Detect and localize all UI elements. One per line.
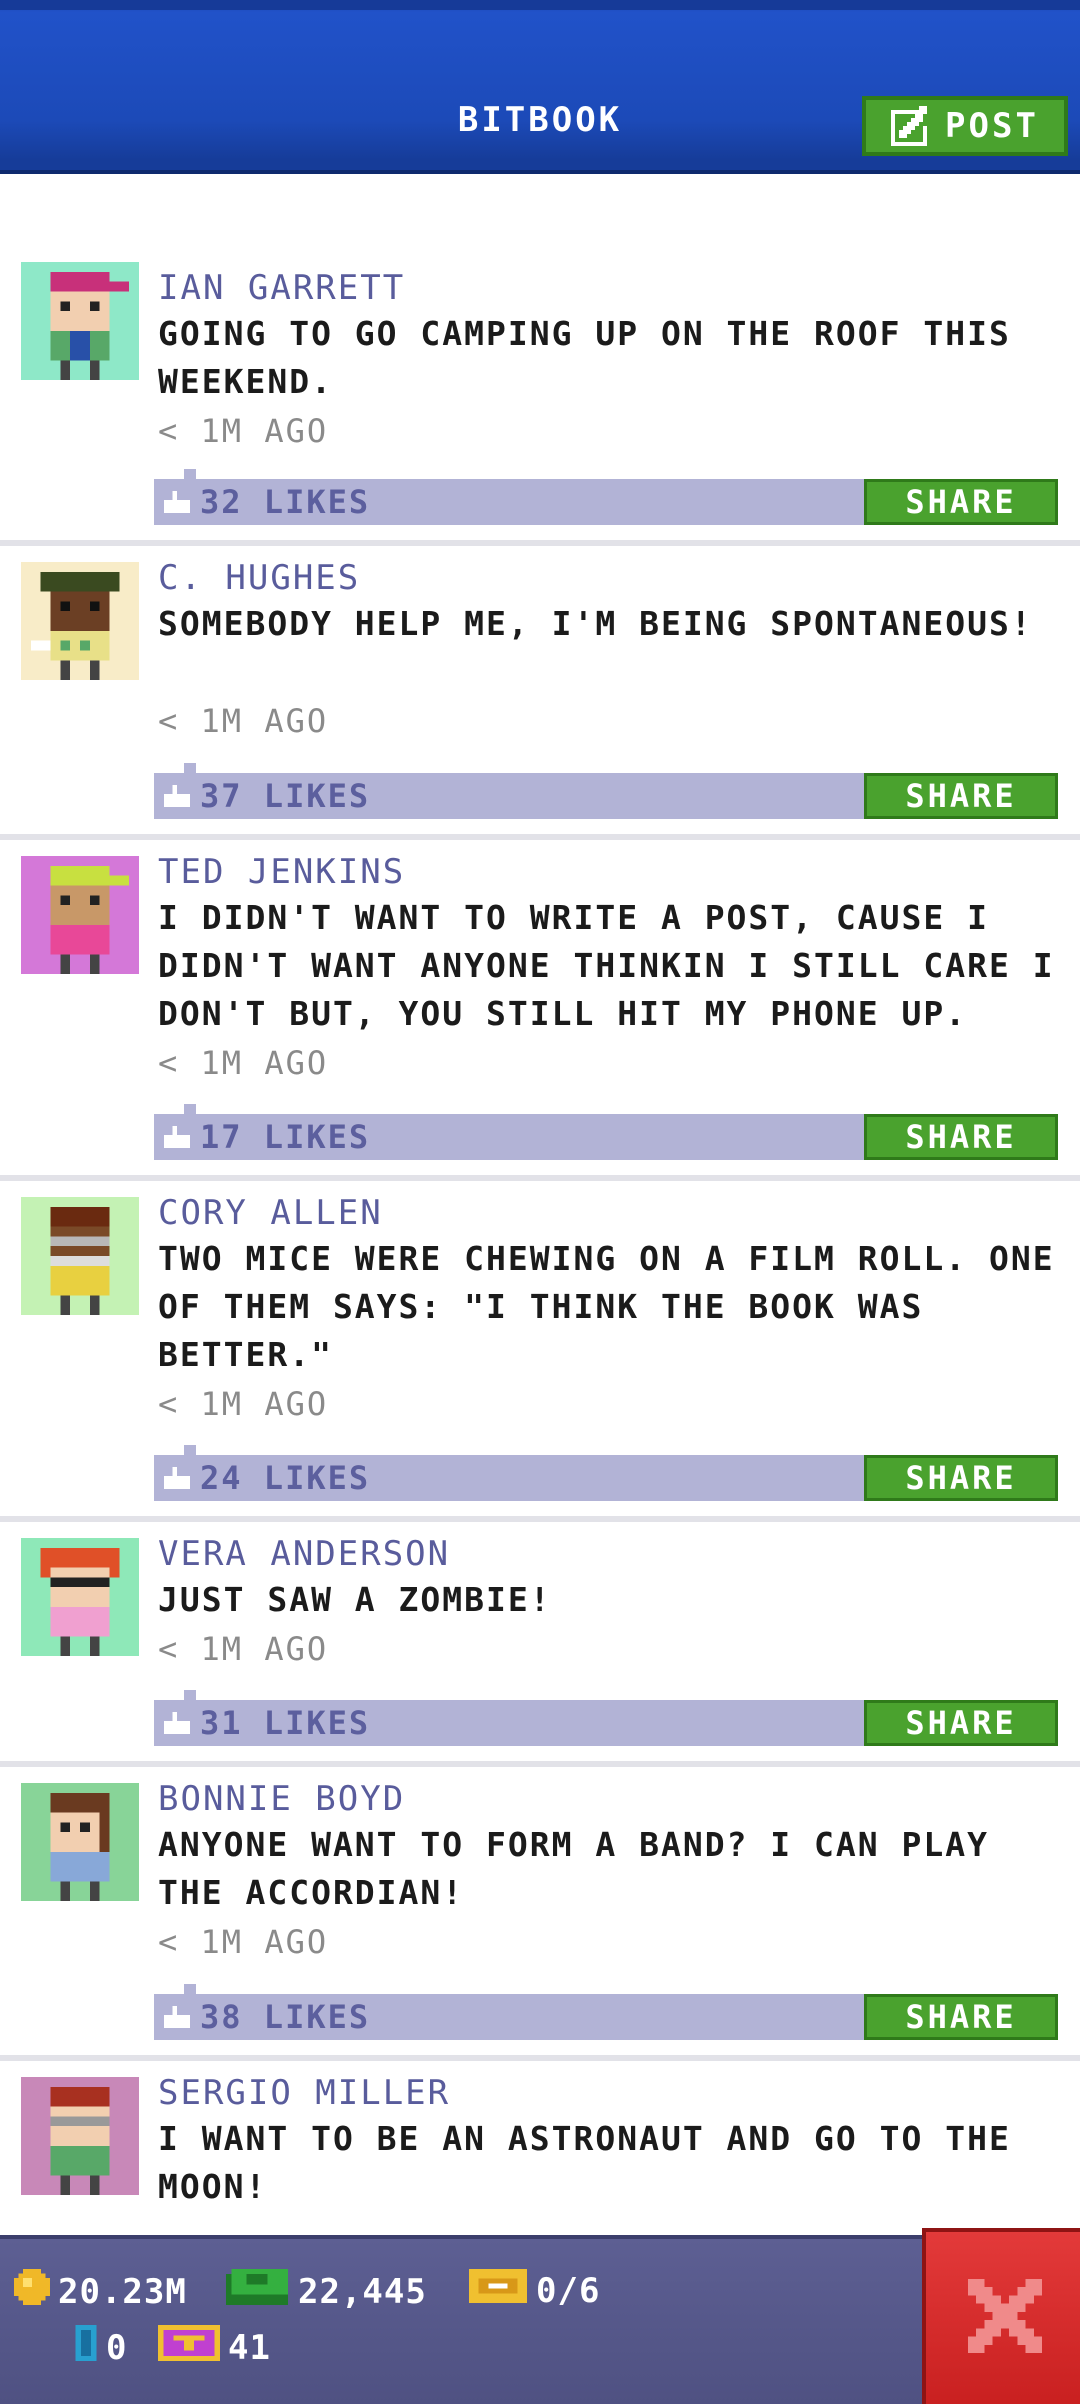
like-count: 32 LIKES: [200, 483, 371, 521]
post-text: TWO MICE WERE CHEWING ON A FILM ROLL. ON…: [158, 1239, 1055, 1374]
header-top-line: [0, 0, 1080, 10]
like-bar[interactable]: 38 LIKES: [154, 1984, 864, 2040]
tower-bux-value: 0: [106, 2327, 128, 2368]
avatar: [21, 856, 139, 974]
thumbs-up-icon: [164, 1118, 190, 1156]
post-item: SERGIO MILLER I WANT TO BE AN ASTRONAUT …: [0, 2061, 1080, 2235]
like-bar-notch: [184, 1984, 196, 1994]
post-item: VERA ANDERSON JUST SAW A ZOMBIE! < 1M AG…: [0, 1522, 1080, 1767]
post-item: TED JENKINS I DIDN'T WANT TO WRITE A POS…: [0, 840, 1080, 1181]
post-text: JUST SAW A ZOMBIE!: [158, 1580, 552, 1619]
post-button-label: POST: [945, 106, 1039, 146]
post-author[interactable]: BONNIE BOYD: [158, 1779, 405, 1819]
share-button[interactable]: SHARE: [864, 1700, 1058, 1746]
like-bar-notch: [184, 1445, 196, 1455]
post-time: < 1M AGO: [158, 1044, 329, 1082]
like-bar[interactable]: 31 LIKES: [154, 1690, 864, 1746]
like-bar[interactable]: 17 LIKES: [154, 1104, 864, 1160]
post-item: IAN GARRETT GOING TO GO CAMPING UP ON TH…: [0, 250, 1080, 546]
vip-stat: 41: [158, 2325, 271, 2370]
share-button[interactable]: SHARE: [864, 773, 1058, 819]
share-button[interactable]: SHARE: [864, 1994, 1058, 2040]
post-author[interactable]: TED JENKINS: [158, 852, 405, 892]
vip-icon: [158, 2325, 220, 2370]
avatar: [21, 2077, 139, 2195]
close-button[interactable]: [922, 2228, 1080, 2404]
post-item: C. HUGHES SOMEBODY HELP ME, I'M BEING SP…: [0, 546, 1080, 840]
avatar: [21, 1783, 139, 1901]
coins-value: 20.23M: [58, 2271, 187, 2312]
thumbs-up-icon: [164, 483, 190, 521]
share-button[interactable]: SHARE: [864, 1455, 1058, 1501]
coin-icon: [14, 2269, 50, 2314]
post-author[interactable]: CORY ALLEN: [158, 1193, 383, 1233]
post-text: I DIDN'T WANT TO WRITE A POST, CAUSE I D…: [158, 898, 1055, 1033]
tower-bux-icon: [74, 2325, 98, 2370]
avatar: [21, 262, 139, 380]
like-bar[interactable]: 32 LIKES: [154, 469, 864, 525]
post-time: < 1M AGO: [158, 1630, 329, 1668]
vip-value: 41: [228, 2327, 271, 2368]
post-time: < 1M AGO: [158, 1385, 329, 1423]
thumbs-up-icon: [164, 1704, 190, 1742]
like-bar-notch: [184, 469, 196, 479]
post-time: < 1M AGO: [158, 412, 329, 450]
post-time: < 1M AGO: [158, 1923, 329, 1961]
thumbs-up-icon: [164, 1459, 190, 1497]
share-button[interactable]: SHARE: [864, 1114, 1058, 1160]
ticket-icon: [468, 2269, 528, 2312]
avatar: [21, 1197, 139, 1315]
feed[interactable]: IAN GARRETT GOING TO GO CAMPING UP ON TH…: [0, 170, 1080, 2235]
post-text: GOING TO GO CAMPING UP ON THE ROOF THIS …: [158, 314, 1011, 401]
post-text: I WANT TO BE AN ASTRONAUT AND GO TO THE …: [158, 2119, 1011, 2206]
tickets-value: 0/6: [536, 2270, 601, 2311]
like-count: 31 LIKES: [200, 1704, 371, 1742]
status-bar: 20.23M 22,445 0/6 0 41: [0, 2235, 1080, 2404]
like-bar-notch: [184, 1690, 196, 1700]
tower-bux-stat: 0: [74, 2325, 127, 2370]
app-header: BITBOOK POST: [0, 0, 1080, 174]
thumbs-up-icon: [164, 777, 190, 815]
post-text: SOMEBODY HELP ME, I'M BEING SPONTANEOUS!: [158, 604, 1033, 643]
bux-icon: [224, 2269, 290, 2314]
avatar: [21, 562, 139, 680]
post-item: CORY ALLEN TWO MICE WERE CHEWING ON A FI…: [0, 1181, 1080, 1522]
like-count: 38 LIKES: [200, 1998, 371, 2036]
like-bar-notch: [184, 1104, 196, 1114]
avatar: [21, 1538, 139, 1656]
share-button[interactable]: SHARE: [864, 479, 1058, 525]
close-icon: [968, 2279, 1042, 2357]
post-author[interactable]: IAN GARRETT: [158, 268, 405, 308]
like-bar[interactable]: 37 LIKES: [154, 763, 864, 819]
post-text: ANYONE WANT TO FORM A BAND? I CAN PLAY T…: [158, 1825, 989, 1912]
edit-icon: [891, 106, 931, 146]
like-count: 17 LIKES: [200, 1118, 371, 1156]
tickets-stat: 0/6: [468, 2269, 600, 2312]
coins-stat: 20.23M: [14, 2269, 187, 2314]
like-bar[interactable]: 24 LIKES: [154, 1445, 864, 1501]
bux-value: 22,445: [298, 2271, 427, 2312]
thumbs-up-icon: [164, 1998, 190, 2036]
like-count: 24 LIKES: [200, 1459, 371, 1497]
post-time: < 1M AGO: [158, 702, 329, 740]
bux-stat: 22,445: [224, 2269, 427, 2314]
post-author[interactable]: VERA ANDERSON: [158, 1534, 450, 1574]
post-button[interactable]: POST: [862, 96, 1068, 156]
like-bar-notch: [184, 763, 196, 773]
post-author[interactable]: C. HUGHES: [158, 558, 360, 598]
like-count: 37 LIKES: [200, 777, 371, 815]
post-author[interactable]: SERGIO MILLER: [158, 2073, 450, 2113]
post-item: BONNIE BOYD ANYONE WANT TO FORM A BAND? …: [0, 1767, 1080, 2061]
